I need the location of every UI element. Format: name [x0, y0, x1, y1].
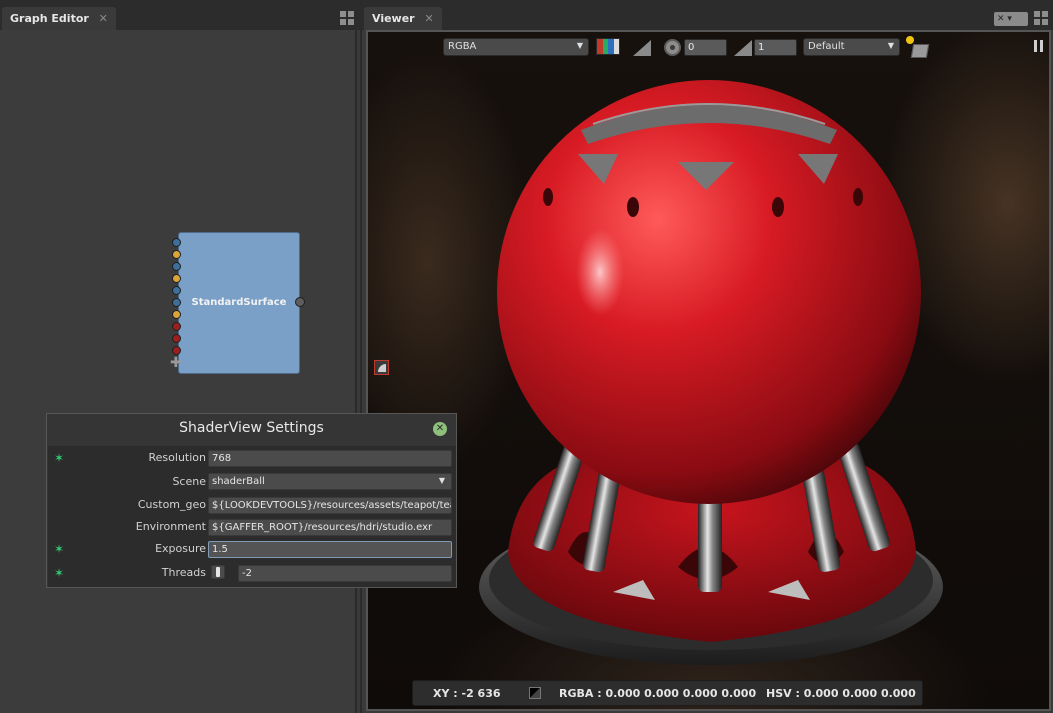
active-plug-icon[interactable]: ✶	[54, 567, 66, 579]
rgba-readout: RGBA : 0.000 0.000 0.000 0.000	[559, 687, 757, 700]
display-transform-value: Default	[808, 41, 845, 52]
rgb-channels-icon[interactable]	[596, 38, 620, 55]
exposure-value: 0	[688, 42, 695, 53]
resolution-field[interactable]: 768	[208, 450, 452, 467]
chevron-down-icon: ▼	[438, 476, 445, 485]
shader-ball-render	[479, 80, 943, 665]
tab-viewer[interactable]: Viewer ✕	[364, 7, 442, 30]
input-plug[interactable]	[172, 310, 181, 319]
channel-mode-value: RGBA	[448, 41, 477, 52]
threads-slider[interactable]	[211, 565, 225, 579]
input-plug[interactable]	[172, 274, 181, 283]
scene-select[interactable]: shaderBall ▼	[208, 473, 452, 490]
add-plug-icon[interactable]: ✚	[170, 356, 182, 370]
exposure-aperture-icon[interactable]	[664, 39, 681, 56]
input-plug[interactable]	[172, 298, 181, 307]
gamma-icon[interactable]	[734, 40, 752, 56]
close-icon[interactable]: ✕	[433, 422, 447, 436]
channel-mode-select[interactable]: RGBA ▼	[443, 38, 589, 56]
input-plug[interactable]	[172, 238, 181, 247]
color-swatch	[529, 687, 541, 699]
environment-label: Environment	[135, 520, 206, 533]
threads-label: Threads	[161, 566, 206, 579]
exposure-field[interactable]: 1.5	[208, 541, 452, 558]
view-selector-icon[interactable]: ✕ ▾	[994, 12, 1028, 26]
shaderview-settings-dialog: ShaderView Settings ✕ ✶ Resolution 768 S…	[46, 413, 457, 588]
input-plug[interactable]	[172, 262, 181, 271]
environment-field[interactable]: ${GAFFER_ROOT}/resources/hdri/studio.exr	[208, 519, 452, 536]
custom-geo-field[interactable]: ${LOOKDEVTOOLS}/resources/assets/teapot/…	[208, 497, 452, 514]
tab-graph-editor-label: Graph Editor	[10, 12, 89, 25]
chevron-down-icon: ▼	[576, 41, 583, 50]
viewer-tabbar: Viewer ✕ ✕ ▾	[362, 0, 1053, 30]
input-plug[interactable]	[172, 322, 181, 331]
graph-editor-tabbar: Graph Editor ✕	[0, 0, 360, 30]
active-plug-icon[interactable]: ✶	[54, 543, 66, 555]
viewer-canvas[interactable]	[366, 30, 1051, 711]
hsv-readout: HSV : 0.000 0.000 0.000	[766, 687, 916, 700]
xy-readout: XY : -2 636	[433, 687, 501, 700]
pause-icon[interactable]	[1034, 40, 1044, 52]
exposure-field[interactable]: 0	[684, 39, 727, 56]
layout-menu-icon[interactable]	[1034, 11, 1048, 25]
scene-value: shaderBall	[212, 476, 265, 487]
dialog-title: ShaderView Settings	[179, 420, 324, 436]
gamma-field[interactable]: 1	[754, 39, 797, 56]
settings-body: ✶ Resolution 768 Scene shaderBall ▼ Cust…	[48, 446, 456, 587]
input-plug[interactable]	[172, 334, 181, 343]
exposure-label: Exposure	[155, 542, 206, 555]
output-plug[interactable]	[295, 297, 305, 307]
layout-menu-icon[interactable]	[340, 11, 354, 25]
standard-surface-node[interactable]: StandardSurface	[178, 232, 300, 374]
resolution-label: Resolution	[148, 451, 206, 464]
tab-viewer-label: Viewer	[372, 12, 415, 25]
tab-graph-editor[interactable]: Graph Editor ✕	[2, 7, 116, 30]
pixel-info-bar: XY : -2 636 RGBA : 0.000 0.000 0.000 0.0…	[412, 680, 923, 706]
input-plug[interactable]	[172, 286, 181, 295]
chevron-down-icon: ▼	[887, 41, 894, 50]
threads-field[interactable]: -2	[238, 565, 452, 582]
node-label: StandardSurface	[191, 297, 287, 308]
scene-lights-icon[interactable]	[906, 36, 930, 60]
input-plug[interactable]	[172, 250, 181, 259]
close-icon[interactable]: ✕	[424, 12, 433, 25]
input-plug[interactable]	[172, 346, 181, 355]
crop-corner-icon[interactable]	[374, 360, 389, 375]
active-plug-icon[interactable]: ✶	[54, 452, 66, 464]
custom-geo-label: Custom_geo	[137, 498, 206, 511]
close-icon[interactable]: ✕	[99, 12, 108, 25]
gamma-value: 1	[758, 42, 765, 53]
scene-label: Scene	[172, 475, 206, 488]
display-transform-select[interactable]: Default ▼	[803, 38, 900, 56]
soft-clip-icon[interactable]	[633, 40, 651, 56]
